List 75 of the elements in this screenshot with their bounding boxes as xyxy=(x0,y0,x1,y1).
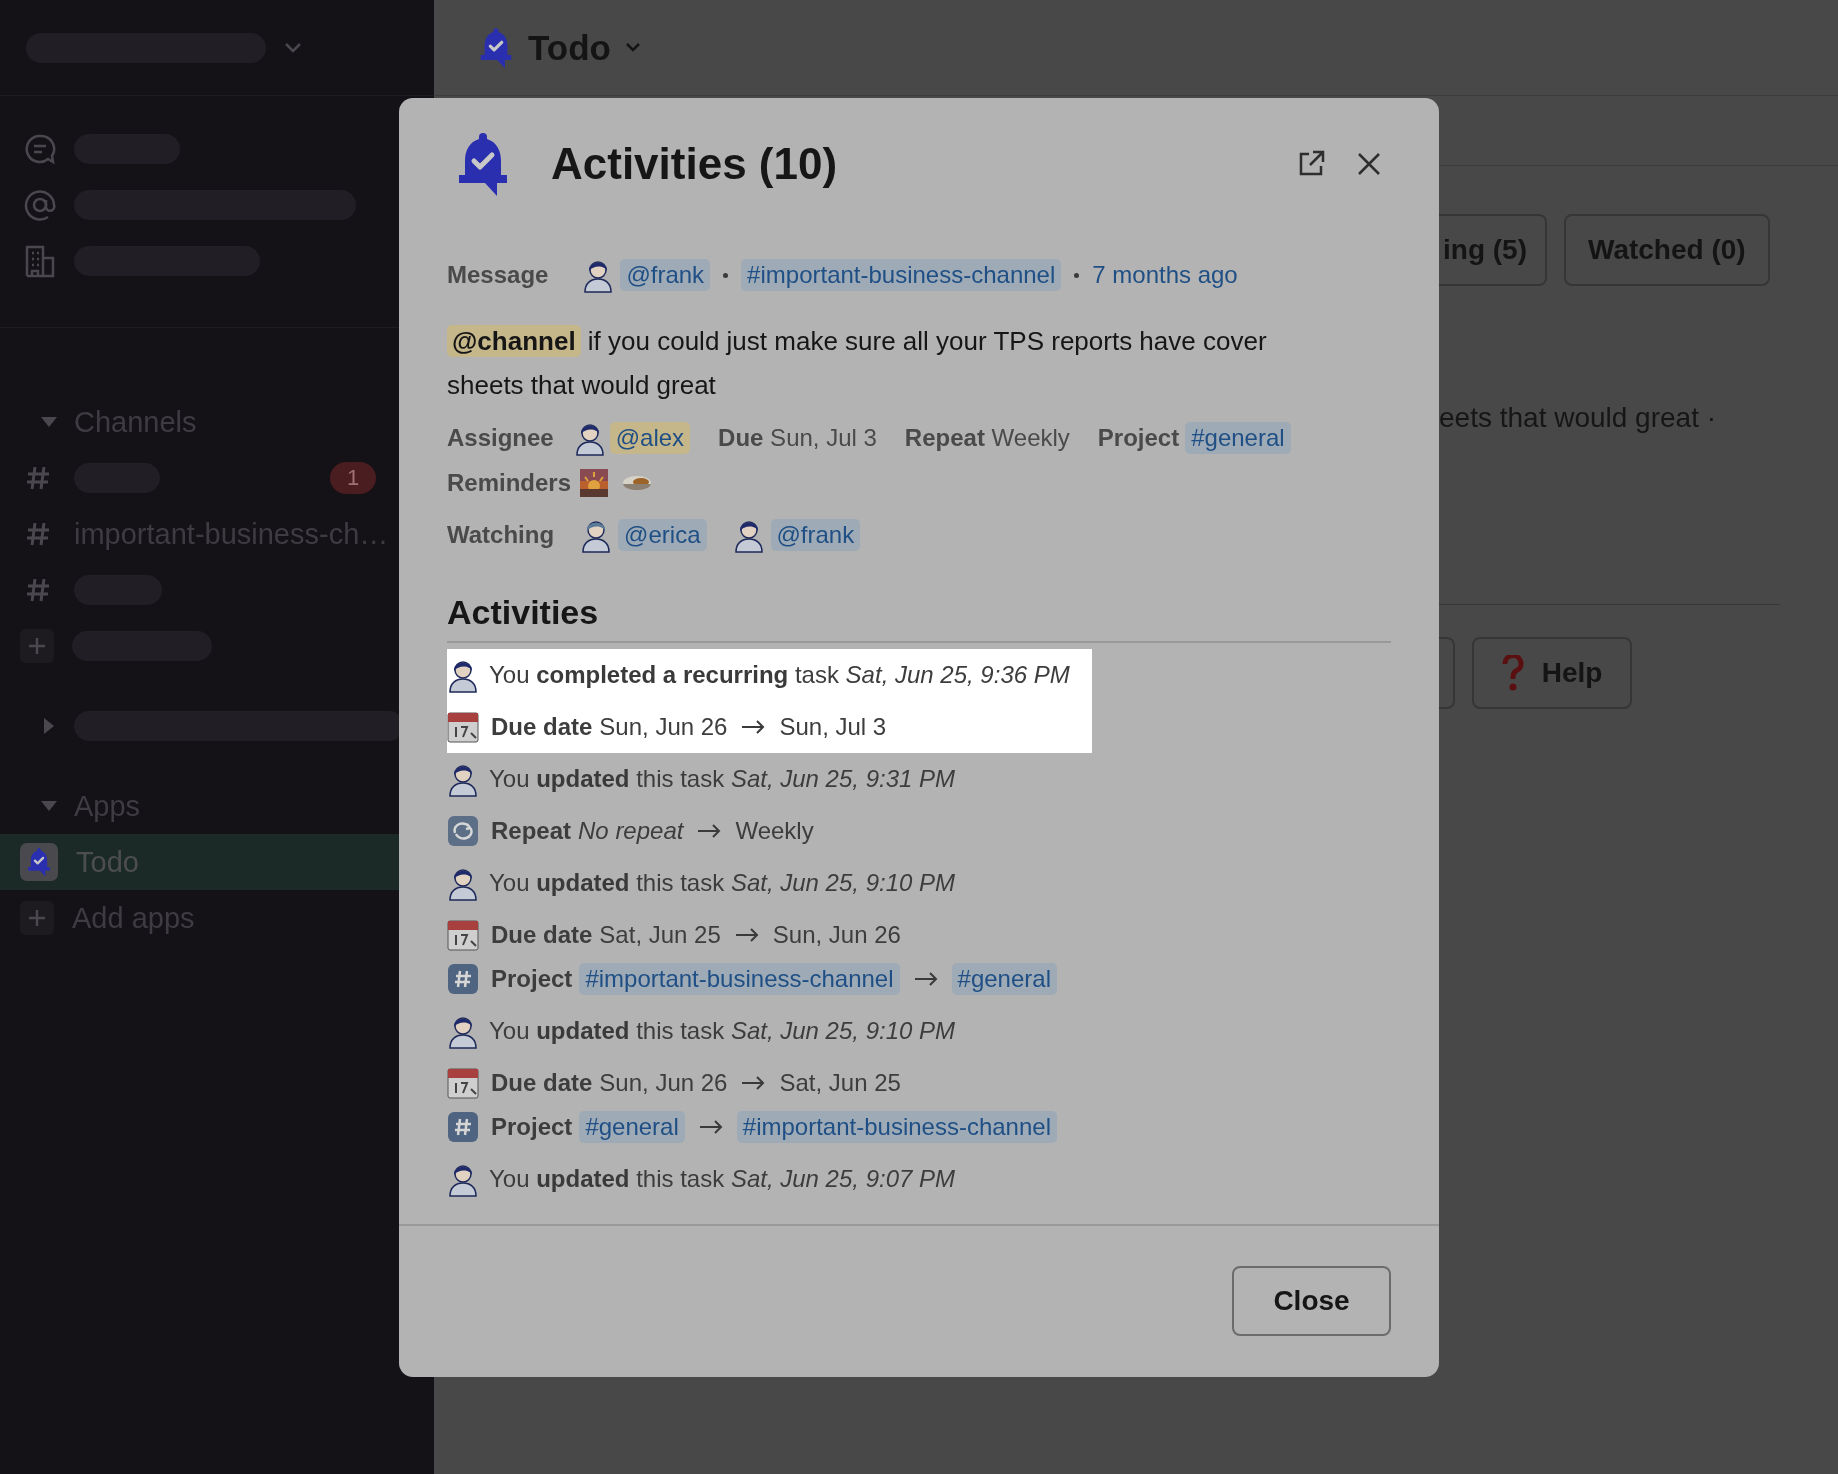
activity-text: You completed a recurring task Sat, Jun 25, 9:36 PM xyxy=(489,661,1070,689)
field-label: Watching xyxy=(447,521,555,549)
separator-dot xyxy=(1074,272,1080,278)
activity-text: You updated this task Sat, Jun 25, 9:07 PM xyxy=(489,1165,955,1193)
channel-mention[interactable]: @channel xyxy=(447,325,581,357)
caret-down-icon[interactable] xyxy=(39,799,59,813)
building-icon[interactable] xyxy=(24,244,56,278)
field-label: Due date xyxy=(491,1069,593,1097)
bell-icon xyxy=(26,847,52,877)
add-icon xyxy=(20,901,54,935)
arrow-icon xyxy=(741,720,766,734)
dialog-title: Activities (10) xyxy=(551,139,839,189)
user-mention[interactable]: @frank xyxy=(770,519,861,551)
close-button[interactable]: Close xyxy=(1232,1266,1391,1336)
channel-link[interactable]: #general xyxy=(1185,422,1291,454)
arrow-icon xyxy=(734,928,759,942)
field-label: Repeat xyxy=(491,817,572,845)
channel-link[interactable]: #important-business-channel xyxy=(579,963,900,995)
activity-text: You updated this task Sat, Jun 25, 9:10 PM xyxy=(489,1017,955,1045)
field-label: Due date xyxy=(491,713,593,741)
field-value: No repeat xyxy=(578,817,684,845)
chevron-down-icon[interactable] xyxy=(284,41,302,54)
arrow-icon xyxy=(913,972,938,986)
field-label: Project xyxy=(1097,424,1180,452)
channel-link[interactable]: #general xyxy=(951,963,1057,995)
user-mention[interactable]: @erica xyxy=(618,519,707,551)
field-value: Sat, Jun 25 xyxy=(599,921,721,949)
field-value: Sun, Jul 3 xyxy=(779,713,887,741)
add-icon xyxy=(20,629,54,663)
field-label: Reminders xyxy=(447,469,572,497)
message-text: @channel if you could just make sure all your TPS reports have cover sheets that would great xyxy=(447,324,1268,402)
hashtag-icon xyxy=(447,1111,479,1143)
field-label: Project xyxy=(491,1113,573,1141)
calendar-icon xyxy=(447,1067,479,1099)
repeat-icon xyxy=(447,815,479,847)
section-heading: Activities xyxy=(447,593,1391,643)
hashtag-icon xyxy=(24,464,52,492)
sidebar-item[interactable]: 1 xyxy=(0,450,434,506)
user-mention[interactable]: @frank xyxy=(620,259,711,291)
hashtag-icon xyxy=(447,963,479,995)
arrow-icon xyxy=(697,824,722,838)
field-label: Project xyxy=(491,965,573,993)
channel-link[interactable]: #important-business-channel xyxy=(741,259,1062,291)
channel-link[interactable]: #general xyxy=(579,1111,685,1143)
chat-icon[interactable] xyxy=(24,133,56,165)
due-date: Due Sun, Jul 3 xyxy=(718,424,877,452)
activity-text: You updated this task Sat, Jun 25, 9:10 PM xyxy=(489,869,955,897)
hashtag-icon xyxy=(24,520,52,548)
separator-dot xyxy=(723,272,729,278)
mention-icon[interactable] xyxy=(24,189,56,221)
calendar-icon xyxy=(447,711,479,743)
calendar-icon xyxy=(447,919,479,951)
bell-icon xyxy=(478,26,514,69)
user-mention[interactable]: @alex xyxy=(609,422,691,454)
unread-badge: 1 xyxy=(330,462,376,494)
field-label: Assignee xyxy=(447,424,554,452)
field-label: Due date xyxy=(491,921,593,949)
field-value: Sun, Jun 26 xyxy=(599,713,728,741)
field-value: Sun, Jun 26 xyxy=(772,921,901,949)
caret-right-icon[interactable] xyxy=(42,716,56,736)
field-value: Weekly xyxy=(735,817,814,845)
arrow-icon xyxy=(698,1120,723,1134)
caret-down-icon[interactable] xyxy=(39,415,59,429)
timestamp-link[interactable]: 7 months ago xyxy=(1092,261,1238,289)
field-label: Message xyxy=(447,261,549,289)
repeat-value: Repeat Weekly xyxy=(904,424,1070,452)
activity-text: You updated this task Sat, Jun 25, 9:31 PM xyxy=(489,765,955,793)
sunrise-icon xyxy=(579,468,610,498)
arrow-icon xyxy=(741,1076,766,1090)
field-value: Sun, Jun 26 xyxy=(599,1069,728,1097)
field-value: Sat, Jun 25 xyxy=(779,1069,901,1097)
chevron-down-icon[interactable] xyxy=(624,42,641,53)
question-mark-icon xyxy=(1501,655,1524,691)
channel-link[interactable]: #important-business-channel xyxy=(736,1111,1057,1143)
hashtag-icon xyxy=(24,576,52,604)
